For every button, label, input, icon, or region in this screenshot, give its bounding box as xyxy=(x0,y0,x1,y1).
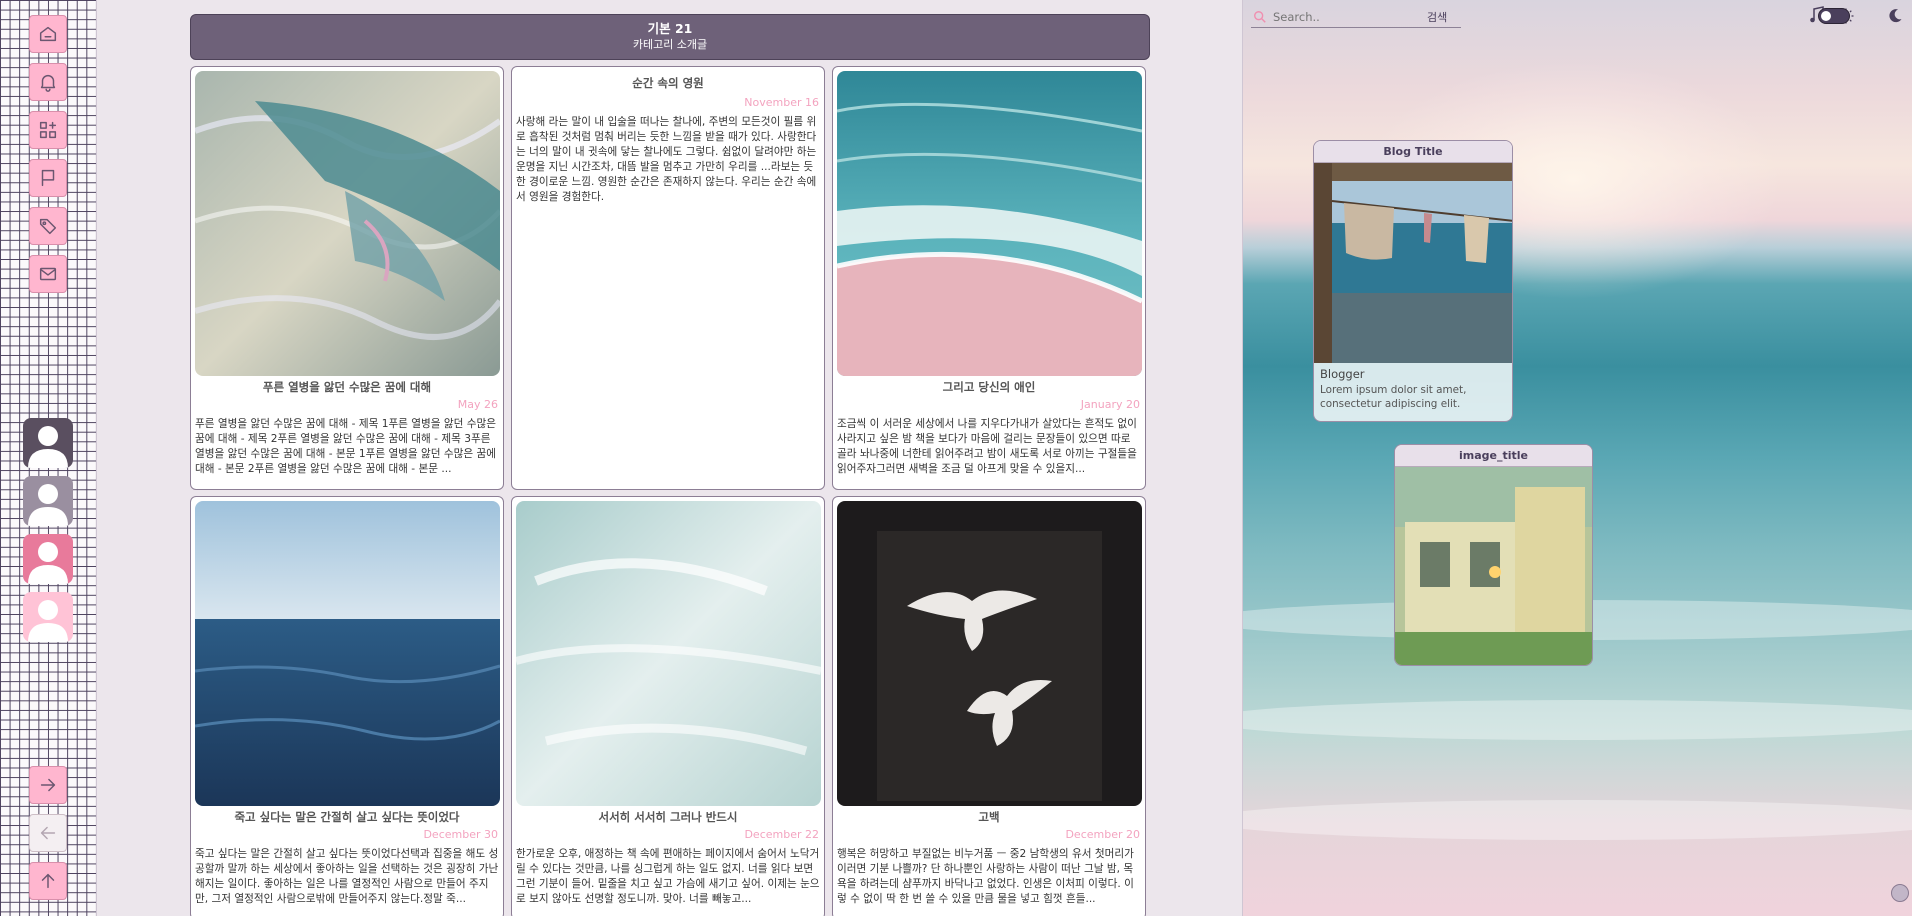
wave-line xyxy=(1243,700,1912,740)
guestbook-button[interactable] xyxy=(29,159,67,197)
blogger-name: Blogger xyxy=(1320,367,1365,381)
post-card[interactable]: 푸른 열병을 앓던 수많은 꿈에 대해 May 26 푸른 열병을 앓던 수많은… xyxy=(190,66,504,490)
wave-line xyxy=(1243,800,1912,840)
user-icon xyxy=(28,426,68,468)
search-bar: 검색 xyxy=(1251,6,1461,28)
post-date: December 22 xyxy=(744,828,819,841)
post-title[interactable]: 죽고 싶다는 말은 간절히 살고 싶다는 뜻이었다 xyxy=(191,809,503,825)
home-icon xyxy=(39,26,57,42)
post-title[interactable]: 고백 xyxy=(833,809,1145,825)
blog-profile-image xyxy=(1314,163,1512,363)
arrow-right-icon xyxy=(40,778,56,792)
avatar[interactable] xyxy=(23,534,73,584)
category-header: 기본 21 카테고리 소개글 xyxy=(190,14,1150,60)
avatar[interactable] xyxy=(23,476,73,526)
prev-page-button[interactable] xyxy=(29,814,67,852)
post-board: 기본 21 카테고리 소개글 푸른 열병을 앓던 수많은 꿈에 대해 May 2… xyxy=(190,14,1150,916)
post-title[interactable]: 푸른 열병을 앓던 수많은 꿈에 대해 xyxy=(191,379,503,395)
category-button[interactable] xyxy=(29,111,67,149)
blog-description: Lorem ipsum dolor sit amet, consectetur … xyxy=(1320,384,1467,410)
post-excerpt: 사랑해 라는 말이 내 입술을 떠나는 찰나에, 주변의 모든것이 필름 위로 … xyxy=(516,116,817,203)
moon-icon[interactable] xyxy=(1887,8,1903,24)
post-excerpt: 푸른 열병을 앓던 수많은 꿈에 대해 - 제목 1푸른 열병을 앓던 수많은 … xyxy=(195,418,497,475)
mail-button[interactable] xyxy=(29,255,67,293)
tags-button[interactable] xyxy=(29,207,67,245)
search-icon xyxy=(1254,10,1266,23)
widget-image xyxy=(1395,467,1592,665)
theme-toggle[interactable] xyxy=(1818,8,1850,24)
home-button[interactable] xyxy=(29,15,67,53)
post-card[interactable]: 서서히 서서히 그러나 반드시 December 22 한가로운 오후, 애정하… xyxy=(511,496,825,916)
toggle-knob xyxy=(1821,11,1831,21)
user-icon xyxy=(28,600,68,642)
status-badge[interactable] xyxy=(1891,884,1909,902)
search-input[interactable] xyxy=(1273,9,1423,24)
category-title: 기본 21 xyxy=(647,21,693,36)
search-button[interactable]: 검색 xyxy=(1427,9,1447,25)
notifications-button[interactable] xyxy=(29,63,67,101)
image-widget: image_title xyxy=(1394,444,1593,666)
post-title[interactable]: 서서히 서서히 그러나 반드시 xyxy=(512,809,824,825)
avatar[interactable] xyxy=(23,592,73,642)
post-excerpt: 조금씩 이 서러운 세상에서 나를 지우다가내가 살았다는 흔적도 없이 사라지… xyxy=(837,418,1137,475)
post-excerpt: 행복은 허망하고 부질없는 비누거품 ㅡ 중2 남학생의 유서 첫머리가 이러면… xyxy=(837,848,1134,905)
mail-icon xyxy=(39,267,57,281)
post-thumbnail[interactable] xyxy=(837,71,1142,376)
post-excerpt: 한가로운 오후, 애정하는 책 속에 편애하는 페이지에서 숨어서 노닥거릴 수… xyxy=(516,848,820,905)
post-thumbnail[interactable] xyxy=(195,501,500,806)
blog-title: Blog Title xyxy=(1314,141,1512,163)
post-date: December 20 xyxy=(1065,828,1140,841)
user-icon xyxy=(28,542,68,584)
post-date: November 16 xyxy=(744,96,819,109)
left-sidebar xyxy=(0,0,97,916)
avatar[interactable] xyxy=(23,418,73,468)
arrow-left-icon xyxy=(40,826,56,840)
bell-icon xyxy=(40,74,56,92)
post-thumbnail[interactable] xyxy=(195,71,500,376)
flag-icon xyxy=(41,169,55,187)
user-icon xyxy=(28,484,68,526)
next-page-button[interactable] xyxy=(29,766,67,804)
desktop-background: 검색 Blog Title Blogger Lor xyxy=(1242,0,1912,916)
scroll-top-button[interactable] xyxy=(29,862,67,900)
post-thumbnail[interactable] xyxy=(516,501,821,806)
post-title[interactable]: 그리고 당신의 애인 xyxy=(833,379,1145,395)
tags-icon xyxy=(39,218,57,235)
arrow-up-icon xyxy=(41,873,55,889)
post-excerpt: 죽고 싶다는 말은 간절히 살고 싶다는 뜻이었다선택과 집중을 해도 성공할까… xyxy=(195,848,499,905)
post-card[interactable]: 죽고 싶다는 말은 간절히 살고 싶다는 뜻이었다 December 30 죽고… xyxy=(190,496,504,916)
post-thumbnail[interactable] xyxy=(837,501,1142,806)
category-description: 카테고리 소개글 xyxy=(632,38,708,51)
image-widget-title: image_title xyxy=(1395,445,1592,467)
post-date: December 30 xyxy=(423,828,498,841)
post-title[interactable]: 순간 속의 영원 xyxy=(512,75,824,91)
grid-plus-icon xyxy=(39,121,57,139)
blog-profile-widget: Blog Title Blogger Lorem ipsum dolor sit… xyxy=(1313,140,1513,422)
post-date: May 26 xyxy=(457,398,498,411)
post-date: January 20 xyxy=(1080,398,1140,411)
post-card[interactable]: 순간 속의 영원 November 16 사랑해 라는 말이 내 입술을 떠나는… xyxy=(511,66,825,490)
post-card[interactable]: 그리고 당신의 애인 January 20 조금씩 이 서러운 세상에서 나를 … xyxy=(832,66,1146,490)
post-card[interactable]: 고백 December 20 행복은 허망하고 부질없는 비누거품 ㅡ 중2 남… xyxy=(832,496,1146,916)
